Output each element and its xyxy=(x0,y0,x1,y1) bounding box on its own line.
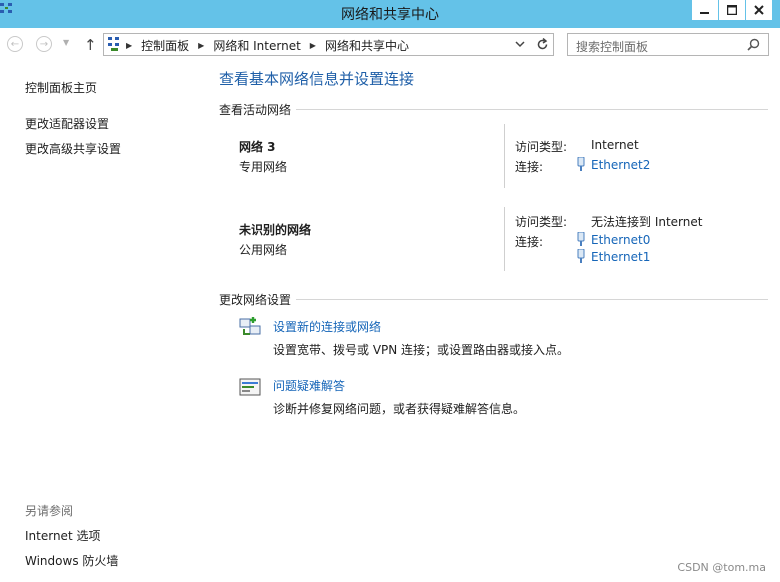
connection-link-ethernet0[interactable]: Ethernet0 xyxy=(591,233,650,247)
breadcrumb-network-sharing-center[interactable]: 网络和共享中心 xyxy=(325,37,409,54)
troubleshoot-description: 诊断并修复网络问题，或者获得疑难解答信息。 xyxy=(273,402,526,416)
forward-arrow-icon: → xyxy=(39,38,49,50)
window-title: 网络和共享中心 xyxy=(341,7,439,23)
sidebar-item-change-adapter-settings[interactable]: 更改适配器设置 xyxy=(25,115,109,132)
refresh-icon[interactable] xyxy=(536,38,549,51)
connection-link-ethernet1[interactable]: Ethernet1 xyxy=(591,250,650,264)
breadcrumb: ▶ 控制面板 ▶ 网络和 Internet ▶ 网络和共享中心 xyxy=(126,37,409,54)
address-bar[interactable]: ▶ 控制面板 ▶ 网络和 Internet ▶ 网络和共享中心 xyxy=(103,33,554,56)
setup-new-connection-description: 设置宽带、拨号或 VPN 连接；或设置路由器或接入点。 xyxy=(273,343,570,357)
network-setup-icon xyxy=(239,317,261,335)
up-button[interactable]: ↑ xyxy=(84,36,97,54)
access-type-label: 访问类型: xyxy=(515,215,568,229)
maximize-icon xyxy=(727,5,737,15)
see-also-label: 另请参阅 xyxy=(25,504,74,518)
ethernet-icon xyxy=(577,232,585,246)
section-divider xyxy=(296,109,768,110)
connection-link-ethernet2[interactable]: Ethernet2 xyxy=(591,158,650,172)
breadcrumb-separator-icon[interactable]: ▶ xyxy=(198,41,204,50)
access-type-label: 访问类型: xyxy=(515,140,568,154)
network-category[interactable]: 公用网络 xyxy=(239,241,287,258)
network-category[interactable]: 专用网络 xyxy=(239,158,287,175)
title-bar: 网络和共享中心 xyxy=(0,0,780,28)
back-button[interactable]: ← xyxy=(7,36,23,52)
page-title: 查看基本网络信息并设置连接 xyxy=(219,70,415,88)
recent-locations-chevron-icon[interactable]: ▼ xyxy=(63,38,69,47)
change-network-settings-label: 更改网络设置 xyxy=(219,293,292,307)
watermark: CSDN @tom.ma xyxy=(677,561,766,574)
search-placeholder: 搜索控制面板 xyxy=(576,40,649,54)
access-type-value: Internet xyxy=(591,138,639,152)
control-panel-icon xyxy=(108,37,119,51)
sidebar-item-internet-options[interactable]: Internet 选项 xyxy=(25,527,100,544)
access-type-value: 无法连接到 Internet xyxy=(591,215,703,229)
minimize-button[interactable] xyxy=(692,0,718,20)
sidebar-item-windows-firewall[interactable]: Windows 防火墙 xyxy=(25,552,118,569)
address-dropdown-chevron-icon[interactable] xyxy=(515,41,525,48)
sidebar-item-change-advanced-sharing[interactable]: 更改高级共享设置 xyxy=(25,140,121,157)
close-icon xyxy=(754,5,764,15)
section-divider xyxy=(296,299,768,300)
active-networks-label: 查看活动网络 xyxy=(219,103,292,117)
navigation-bar: ← → ▼ ↑ ▶ 控制面板 ▶ 网络和 Internet ▶ 网络和共享中心 xyxy=(0,28,780,64)
maximize-button[interactable] xyxy=(719,0,745,20)
sidebar-item-control-panel-home[interactable]: 控制面板主页 xyxy=(25,79,97,96)
network-divider xyxy=(504,207,505,271)
troubleshoot-link[interactable]: 问题疑难解答 xyxy=(273,377,345,394)
ethernet-icon xyxy=(577,249,585,263)
close-button[interactable] xyxy=(746,0,772,20)
breadcrumb-separator-icon[interactable]: ▶ xyxy=(126,41,132,50)
back-arrow-icon: ← xyxy=(10,38,20,50)
breadcrumb-network-internet[interactable]: 网络和 Internet xyxy=(213,37,300,54)
connections-label: 连接: xyxy=(515,160,544,174)
window-controls xyxy=(691,0,772,20)
network-name: 未识别的网络 xyxy=(239,223,312,237)
search-input[interactable]: 搜索控制面板 xyxy=(567,33,769,56)
setup-new-connection-link[interactable]: 设置新的连接或网络 xyxy=(273,318,381,335)
network-name: 网络 3 xyxy=(239,140,276,154)
ethernet-icon xyxy=(577,157,585,171)
network-divider xyxy=(504,124,505,188)
breadcrumb-separator-icon[interactable]: ▶ xyxy=(310,41,316,50)
breadcrumb-control-panel[interactable]: 控制面板 xyxy=(141,37,189,54)
search-icon[interactable] xyxy=(747,38,760,51)
minimize-icon xyxy=(700,12,709,14)
up-arrow-icon: ↑ xyxy=(84,36,97,54)
forward-button[interactable]: → xyxy=(36,36,52,52)
troubleshoot-icon xyxy=(239,378,261,396)
connections-label: 连接: xyxy=(515,235,544,249)
